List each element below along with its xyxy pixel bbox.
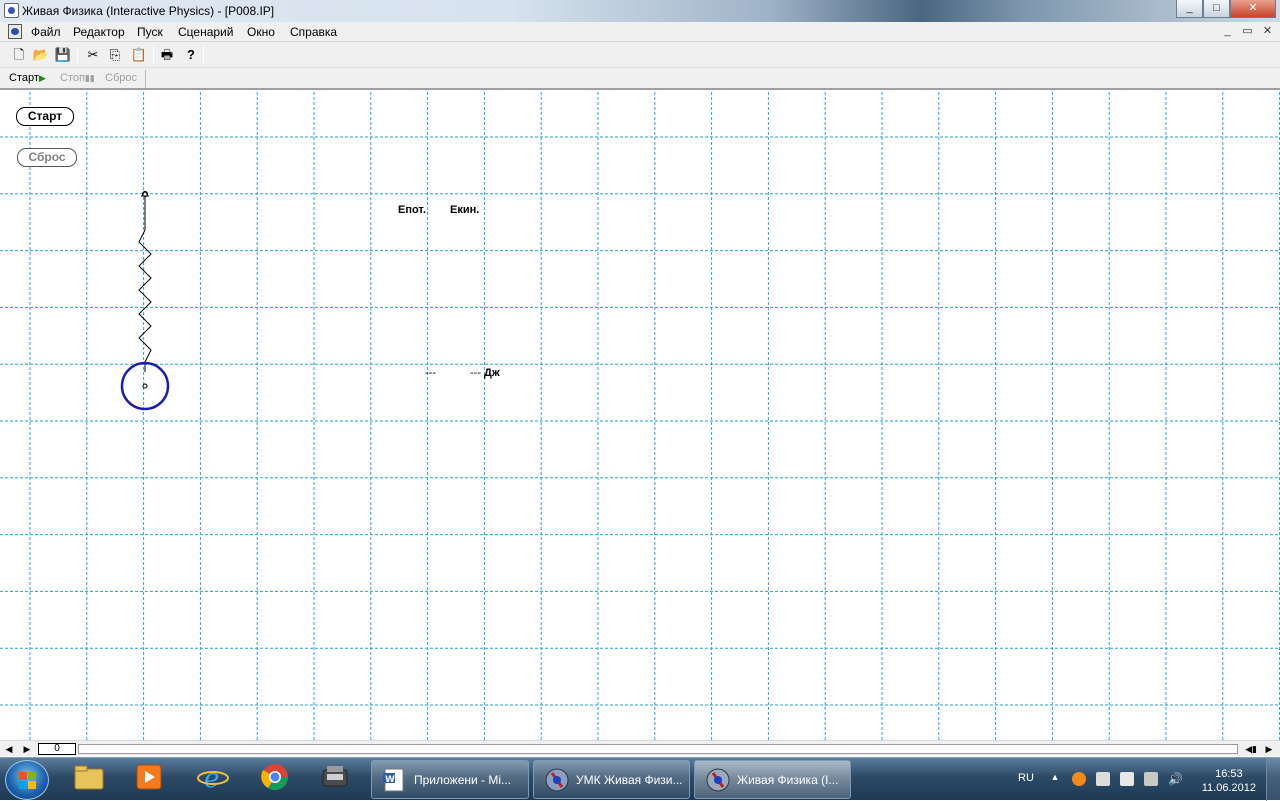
menu-help[interactable]: Справка bbox=[290, 25, 337, 39]
internet-explorer-icon[interactable]: e bbox=[191, 762, 235, 798]
chrome-icon[interactable] bbox=[253, 762, 297, 798]
ball-center bbox=[142, 383, 148, 389]
spring-anchor bbox=[141, 190, 149, 197]
kinetic-energy-label: Екин. bbox=[450, 204, 480, 216]
paste-icon[interactable]: 📋 bbox=[129, 45, 149, 65]
app-icon[interactable] bbox=[4, 3, 19, 18]
network-icon[interactable] bbox=[1144, 772, 1158, 786]
control-stop-button[interactable]: Стоп▮▮ bbox=[60, 72, 95, 84]
start-button[interactable]: Старт bbox=[16, 107, 74, 126]
printer-icon[interactable]: 🖶 bbox=[157, 45, 177, 65]
clock-time: 16:53 bbox=[1215, 768, 1243, 780]
simulation-workspace[interactable]: Старт Сброс Епот. Екин. --- --- Дж bbox=[0, 92, 1280, 740]
windows-logo-icon bbox=[19, 772, 37, 790]
save-icon[interactable]: 💾 bbox=[53, 45, 73, 65]
taskbar-umk-label: УМК Живая Физи... bbox=[576, 773, 683, 787]
frame-counter[interactable]: 0 bbox=[38, 743, 76, 755]
device-icon[interactable] bbox=[313, 762, 357, 798]
control-stop-label: Стоп bbox=[60, 72, 85, 84]
menu-script[interactable]: Сценарий bbox=[178, 25, 233, 39]
close-button[interactable]: ✕ bbox=[1230, 0, 1276, 18]
help-icon[interactable]: ? bbox=[181, 45, 201, 65]
physics-icon bbox=[706, 768, 730, 792]
toolbar-separator bbox=[203, 46, 204, 64]
energy-unit: Дж bbox=[484, 367, 500, 379]
step-forward-icon[interactable]: ▶ bbox=[20, 742, 34, 756]
grid-canvas bbox=[0, 92, 1280, 740]
svg-text:e: e bbox=[204, 764, 219, 792]
document-window-controls: _ ▭ ✕ bbox=[1216, 24, 1276, 39]
spring bbox=[138, 195, 152, 372]
volume-icon[interactable]: 🔊 bbox=[1168, 772, 1183, 786]
grid-lines bbox=[0, 92, 1280, 740]
taskbar-physics-label: Живая Физика (I... bbox=[737, 773, 839, 787]
minimize-button[interactable]: _ bbox=[1176, 0, 1203, 18]
language-indicator[interactable]: RU bbox=[1018, 772, 1034, 784]
reset-button[interactable]: Сброс bbox=[17, 148, 77, 167]
title-bar: Живая Физика (Interactive Physics) - [P0… bbox=[0, 0, 1280, 22]
word-icon: W bbox=[383, 768, 404, 792]
scroll-right-icon[interactable]: ▶ bbox=[1262, 742, 1276, 756]
menu-editor[interactable]: Редактор bbox=[73, 25, 125, 39]
flag-icon[interactable] bbox=[1096, 772, 1110, 786]
maximize-button[interactable]: □ bbox=[1203, 0, 1230, 18]
toolbar: 🗋 📂 💾 ✂ ⎘ 📋 🖶 ? bbox=[0, 42, 1280, 68]
controlbar-separator bbox=[145, 70, 146, 88]
control-reset-button[interactable]: Сброс bbox=[105, 72, 137, 84]
svg-text:W: W bbox=[385, 775, 395, 785]
scroll-left-icon[interactable]: ◀▮ bbox=[1244, 742, 1258, 756]
pause-icon: ▮▮ bbox=[84, 73, 95, 83]
window-title: Живая Физика (Interactive Physics) - [P0… bbox=[22, 4, 275, 18]
menu-bar: Файл Редактор Пуск Сценарий Окно Справка… bbox=[0, 22, 1280, 42]
show-hidden-icons-icon[interactable]: ▲ bbox=[1048, 772, 1062, 786]
frame-scrollbar: ◀ ▶ 0 ◀▮ ▶ bbox=[0, 740, 1280, 756]
system-tray: RU ▲ 🔊 16:53 11.06.2012 bbox=[1010, 758, 1280, 801]
taskbar-physics[interactable]: Живая Физика (I... bbox=[694, 760, 851, 799]
show-desktop-button[interactable] bbox=[1266, 758, 1280, 801]
control-start-label: Старт bbox=[9, 72, 39, 84]
explorer-icon[interactable] bbox=[67, 762, 111, 798]
rewind-icon[interactable]: ◀ bbox=[2, 742, 16, 756]
scissors-icon[interactable]: ✂ bbox=[83, 45, 103, 65]
windows-start-button[interactable] bbox=[5, 760, 49, 800]
toolbar-separator bbox=[153, 46, 154, 64]
potential-energy-label: Епот. bbox=[398, 204, 426, 216]
media-player-icon[interactable] bbox=[127, 762, 171, 798]
clock[interactable]: 16:53 11.06.2012 bbox=[1202, 767, 1256, 795]
taskbar-word-label: Приложени - Mi... bbox=[414, 773, 512, 787]
document-icon[interactable] bbox=[8, 24, 22, 39]
doc-close-button[interactable]: ✕ bbox=[1259, 24, 1276, 39]
app-tray-icon[interactable] bbox=[1072, 772, 1086, 786]
scroll-track[interactable] bbox=[78, 744, 1238, 754]
menu-file[interactable]: Файл bbox=[31, 25, 61, 39]
control-start-button[interactable]: Старт▶ bbox=[9, 72, 46, 84]
kinetic-energy-value: --- bbox=[470, 367, 481, 379]
menu-run[interactable]: Пуск bbox=[137, 25, 163, 39]
play-icon: ▶ bbox=[38, 73, 46, 83]
doc-minimize-button[interactable]: _ bbox=[1219, 24, 1236, 39]
control-bar: Старт▶ Стоп▮▮ Сброс bbox=[0, 68, 1280, 90]
window-controls: _ □ ✕ bbox=[1176, 0, 1276, 18]
open-folder-icon[interactable]: 📂 bbox=[31, 45, 51, 65]
taskbar: e W Приложени - Mi... УМК Живая Физи... … bbox=[0, 757, 1280, 801]
taskbar-word[interactable]: W Приложени - Mi... bbox=[371, 760, 529, 799]
potential-energy-value: --- bbox=[425, 367, 436, 379]
menu-window[interactable]: Окно bbox=[247, 25, 275, 39]
device-tray-icon[interactable] bbox=[1120, 772, 1134, 786]
doc-restore-button[interactable]: ▭ bbox=[1239, 24, 1256, 39]
clock-date: 11.06.2012 bbox=[1201, 782, 1256, 794]
physics-icon bbox=[545, 768, 569, 792]
toolbar-separator bbox=[77, 46, 78, 64]
taskbar-umk[interactable]: УМК Живая Физи... bbox=[533, 760, 690, 799]
copy-icon[interactable]: ⎘ bbox=[105, 45, 125, 65]
new-document-icon[interactable]: 🗋 bbox=[9, 45, 29, 65]
